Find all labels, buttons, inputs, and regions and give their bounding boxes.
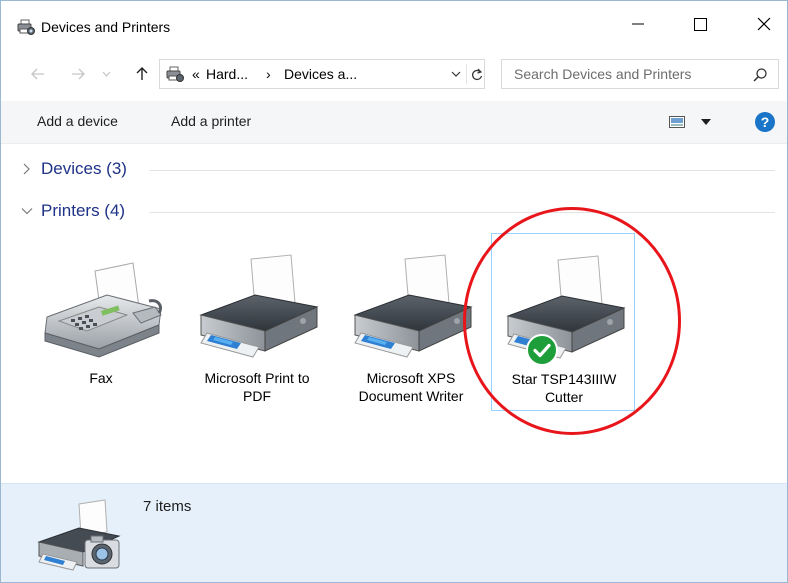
search-box[interactable] [501, 59, 779, 89]
up-arrow-icon [136, 67, 148, 80]
devices-and-printers-window: Devices and Printers « Hard... › Devices… [0, 0, 788, 583]
minimize-icon [632, 23, 644, 25]
back-arrow-icon [31, 68, 44, 80]
command-bar: Add a device Add a printer ? [1, 101, 787, 144]
fax-icon [44, 262, 163, 358]
printers-group-title: Printers (4) [41, 201, 126, 220]
add-printer-button[interactable]: Add a printer [171, 113, 251, 129]
up-button[interactable] [131, 63, 153, 85]
breadcrumb-devices[interactable]: Devices a... [284, 66, 357, 82]
devices-and-printers-icon [37, 499, 121, 571]
address-bar[interactable]: « Hard... › Devices a... [159, 59, 485, 89]
view-options-dropdown-icon[interactable] [701, 118, 711, 126]
maximize-button[interactable] [677, 1, 723, 47]
printer-item-microsoft-xps-document-writer[interactable]: Microsoft XPS Document Writer [339, 233, 483, 411]
help-icon[interactable]: ? [755, 112, 775, 132]
minimize-button[interactable] [615, 1, 661, 47]
devices-group-title: Devices (3) [41, 159, 127, 178]
breadcrumb-separator[interactable]: › [266, 66, 271, 82]
title-bar: Devices and Printers [1, 1, 787, 47]
printer-item-star-tsp143iiiw-cutter[interactable]: Star TSP143IIIW Cutter [491, 233, 635, 411]
refresh-icon [472, 68, 483, 80]
chevron-down-icon [102, 71, 110, 77]
group-divider [149, 170, 775, 171]
devices-printers-title-icon [17, 19, 35, 35]
printers-group-header[interactable]: Printers (4) [1, 197, 787, 227]
printer-icon [199, 254, 319, 358]
change-view-icon[interactable] [669, 116, 685, 128]
group-divider [149, 212, 775, 213]
address-history-button[interactable] [446, 64, 466, 84]
printer-icon [506, 255, 626, 359]
chevron-down-icon [451, 71, 461, 77]
search-input[interactable] [514, 66, 734, 82]
close-button[interactable] [741, 1, 787, 47]
add-device-button[interactable]: Add a device [37, 113, 118, 129]
printer-item-fax[interactable]: Fax [29, 233, 173, 411]
navigation-bar: « Hard... › Devices a... [1, 57, 787, 93]
forward-arrow-icon [72, 68, 85, 80]
window-title: Devices and Printers [41, 19, 171, 35]
search-icon [753, 68, 767, 82]
breadcrumb-hardware[interactable]: Hard... [206, 66, 248, 82]
chevron-down-icon [21, 208, 33, 215]
printer-label: Fax [89, 370, 113, 386]
refresh-button[interactable] [466, 64, 487, 84]
devices-group-header[interactable]: Devices (3) [1, 155, 787, 185]
maximize-icon [693, 17, 707, 31]
devices-printers-icon [166, 66, 184, 82]
recent-locations-button[interactable] [99, 63, 113, 85]
printer-label: Star TSP143IIIW Cutter [511, 371, 617, 405]
printer-item-microsoft-print-to-pdf[interactable]: Microsoft Print to PDF [185, 233, 329, 411]
address-overflow[interactable]: « [192, 66, 200, 82]
chevron-right-icon [23, 163, 30, 175]
close-icon [757, 17, 771, 31]
forward-button[interactable] [67, 63, 89, 85]
printer-label: Microsoft XPS Document Writer [358, 370, 464, 404]
details-pane: 7 items [1, 483, 787, 582]
printer-label: Microsoft Print to PDF [204, 370, 310, 404]
printer-icon [353, 254, 473, 358]
item-count: 7 items [143, 498, 192, 515]
back-button[interactable] [27, 63, 49, 85]
default-printer-check-icon [526, 334, 558, 366]
